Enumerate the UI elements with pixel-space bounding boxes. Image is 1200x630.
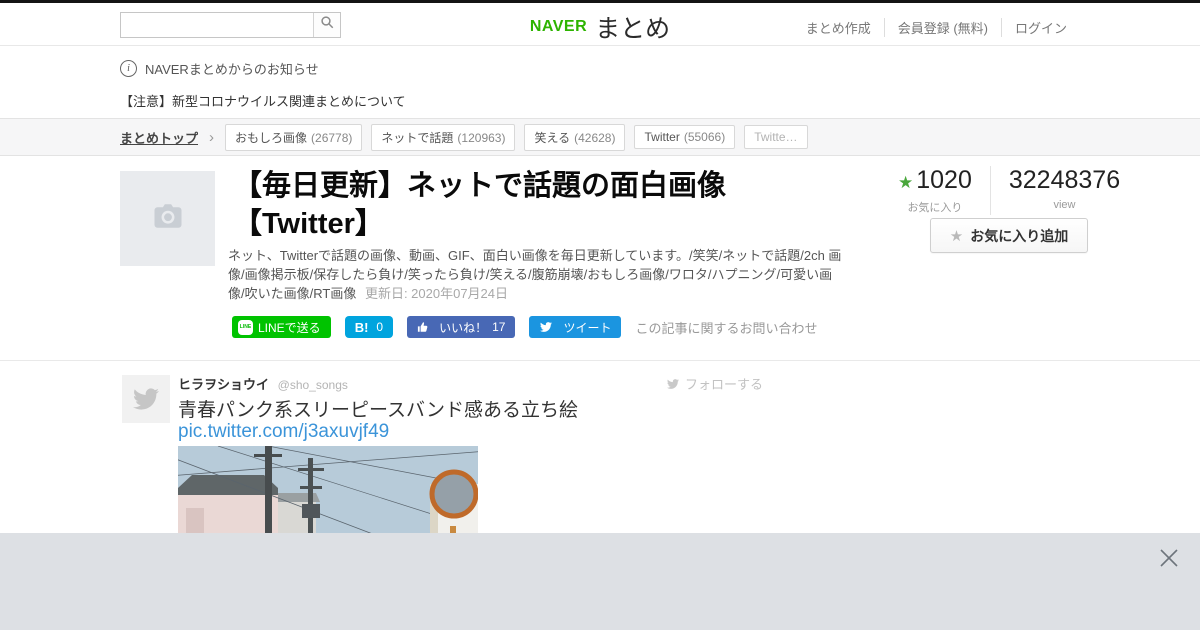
header-links: まとめ作成 会員登録 (無料) ログイン [793,18,1080,37]
favorites-count: 1020 [916,166,972,194]
favorites-label: お気に入り [907,202,963,214]
page-title: 【毎日更新】ネットで話題の面白画像【Twitter】 [233,170,727,240]
breadcrumb-bar: まとめトップ › おもしろ画像 (26778) ネットで話題 (120963) 笑え… [0,118,1200,156]
line-share-button[interactable]: LINE LINEで送る [232,316,331,338]
notice-title: NAVERまとめからのお知らせ [145,62,319,77]
facebook-like-button[interactable]: いいね！ 17 [407,316,516,338]
tag-chip-omoshiro[interactable]: おもしろ画像 (26778) [225,123,363,151]
updated-date: 更新日: 2020年07月24日 [364,286,509,301]
article-description: ネット、Twitterで話題の画像、動画、GIF、面白い画像を毎日更新しています… [228,248,842,301]
hatena-bookmark-button[interactable]: B! 0 [344,316,394,338]
notice-alert-link[interactable]: 【注意】新型コロナウイルス関連まとめについて [120,91,406,110]
article-thumbnail-placeholder [120,171,215,266]
breadcrumb-root-link[interactable]: まとめトップ [120,128,198,147]
link-create-matome[interactable]: まとめ作成 [793,18,884,37]
link-register[interactable]: 会員登録 (無料) [883,18,1001,37]
search-input[interactable] [121,13,313,37]
close-icon [1157,546,1181,575]
link-login[interactable]: ログイン [1000,18,1080,37]
twitter-bird-icon [539,321,558,333]
tag-chip-twitter[interactable]: Twitter (55066) [634,125,736,149]
star-icon: ★ [949,227,964,245]
line-icon: LINE [238,319,253,335]
matome-wordmark: まとめ [595,15,671,43]
tweet-photo-link[interactable]: pic.twitter.com/j3axuvjf49 [178,421,389,443]
follow-label: フォローする [685,377,764,392]
tweet-text: 青春パンク系スリーピースバンド感ある立ち絵 [178,400,578,421]
tweet-button[interactable]: ツイート [529,316,622,338]
favorite-add-label: お気に入り追加 [970,227,1069,244]
twitter-bird-icon [666,378,685,390]
article-stats: ★ 1020 お気に入り 32248376 view [880,166,1138,215]
bottom-ad-overlay [0,533,1200,630]
search-box [120,12,341,38]
follow-button[interactable]: フォローする [666,374,763,393]
views-stat: 32248376 view [989,166,1138,215]
hatena-count: 0 [376,320,384,334]
naver-matome-logo[interactable]: NAVER まとめ [530,9,670,45]
section-divider [0,360,1200,361]
tweet-author-name[interactable]: ヒラヲショウイ [178,377,269,392]
info-icon: i [120,60,137,77]
facebook-like-count: 17 [492,320,506,334]
tag-chip-netto-wadai[interactable]: ネットで話題 (120963) [371,123,516,151]
tweet-author-row: ヒラヲショウイ @sho_songs [178,374,348,393]
overlay-close-button[interactable] [1155,546,1183,574]
favorite-add-button[interactable]: ★ お気に入り追加 [930,218,1088,253]
tag-chip-truncated[interactable]: Twitte… [744,125,808,149]
thumbs-up-icon [417,321,434,333]
notice-header: i NAVERまとめからのお知らせ [120,59,319,78]
favorite-star-icon: ★ [898,173,914,192]
chevron-right-icon: › [209,128,215,146]
views-count: 32248376 [1008,166,1121,194]
views-label: view [1053,199,1076,211]
page: NAVER まとめ まとめ作成 会員登録 (無料) ログイン i NAVERまと… [0,0,1200,630]
twitter-bird-icon [131,386,161,412]
hatena-b-icon: B! [354,319,369,335]
tweet-author-handle[interactable]: @sho_songs [278,378,348,392]
camera-icon [150,198,186,239]
tag-chip-waraeru[interactable]: 笑える (42628) [524,123,626,151]
social-share-row: LINE LINEで送る B! 0 いいね！ 17 ツイート この記事に関するお… [232,316,818,338]
favorites-stat: ★ 1020 お気に入り [880,166,990,215]
search-icon [320,15,335,35]
naver-wordmark: NAVER [529,18,588,35]
search-button[interactable] [313,13,340,37]
contact-link[interactable]: この記事に関するお問い合わせ [635,318,817,337]
tweet-avatar [122,375,170,423]
